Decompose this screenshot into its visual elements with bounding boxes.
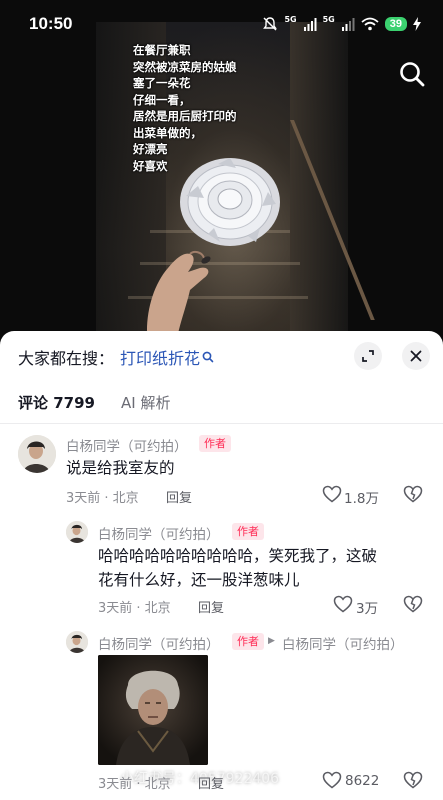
meme-photo — [98, 655, 208, 765]
video-player[interactable]: 在餐厅兼职 突然被凉菜房的姑娘 塞了一朵花 仔细一看， 居然是用后厨打印的 出菜… — [0, 0, 443, 345]
comment-image[interactable] — [98, 655, 208, 765]
like-count: 8622 — [345, 773, 380, 789]
status-icons: 5G 5G 39 — [262, 14, 421, 34]
caption-line: 出菜单做的， — [133, 125, 202, 140]
tab-ai-analysis[interactable]: AI 解析 — [121, 392, 170, 416]
mute-bell-icon — [263, 17, 278, 31]
reply-button[interactable]: 回复 — [166, 487, 192, 506]
screen: 在餐厅兼职 突然被凉菜房的姑娘 塞了一朵花 仔细一看， 居然是用后厨打印的 出菜… — [0, 0, 443, 800]
avatar[interactable] — [66, 521, 88, 543]
caption-line: 好漂亮 — [133, 142, 168, 156]
comment-sheet: 大家都在搜： 打印纸折花 评论 7799 AI 解析 白杨同学（可约拍） 作者 … — [0, 331, 443, 800]
author-badge: 作者 — [232, 523, 264, 540]
search-suggestion-keyword[interactable]: 打印纸折花 — [120, 345, 200, 369]
status-time: 10:50 — [29, 14, 73, 33]
wifi-icon — [361, 17, 379, 31]
tab-comments[interactable]: 评论 7799 — [18, 392, 95, 416]
comment-author-name[interactable]: 白杨同学（可约拍） — [98, 633, 220, 653]
author-badge: 作者 — [232, 633, 264, 650]
expand-button[interactable] — [354, 342, 382, 370]
heart-icon[interactable] — [333, 595, 353, 613]
like-count: 3万 — [356, 601, 379, 617]
like-count: 1.8万 — [344, 491, 379, 507]
caption-line: 仔细一看， — [133, 92, 191, 107]
caption-line: 居然是用后厨打印的 — [133, 109, 237, 123]
close-icon — [410, 350, 422, 362]
caption-line: 塞了一朵花 — [133, 76, 191, 90]
expand-icon — [362, 350, 374, 362]
caption-line: 好喜欢 — [133, 158, 168, 173]
reply-button[interactable]: 回复 — [198, 597, 224, 616]
network-type-label: 5G — [322, 14, 335, 24]
comment-author-name[interactable]: 白杨同学（可约拍） — [66, 435, 188, 455]
tabs-divider — [0, 423, 443, 424]
reply-button[interactable]: 回复 — [198, 773, 224, 792]
search-suggestion-prefix: 大家都在搜： — [18, 349, 115, 368]
close-button[interactable] — [402, 342, 430, 370]
avatar-image — [18, 435, 56, 473]
avatar-image — [66, 521, 88, 543]
signal-icon — [303, 18, 317, 31]
signal-icon — [341, 18, 355, 31]
search-icon — [202, 351, 214, 363]
battery-level: 39 — [384, 17, 407, 31]
network-type-label: 5G — [284, 14, 297, 24]
heart-icon[interactable] — [322, 771, 342, 789]
comment-time-location: 3天前 · 北京 — [98, 601, 171, 616]
reply-to-name[interactable]: 白杨同学（可约拍） — [282, 633, 404, 653]
avatar[interactable] — [18, 435, 56, 473]
dislike-icon[interactable] — [403, 771, 423, 789]
dislike-icon[interactable] — [403, 595, 423, 613]
caption-line: 突然被凉菜房的姑娘 — [133, 59, 237, 74]
avatar[interactable] — [66, 631, 88, 653]
comment-time-location: 3天前 · 北京 — [98, 777, 171, 792]
comment-author-name[interactable]: 白杨同学（可约拍） — [98, 523, 220, 543]
reply-to-arrow-icon: ▶ — [268, 636, 275, 646]
comment-text-line: 花有什么好，还一股洋葱味儿 — [98, 571, 300, 589]
comment-time-location: 3天前 · 北京 — [66, 491, 139, 506]
hand-image — [146, 250, 211, 345]
comment-text: 说是给我室友的 — [66, 459, 175, 477]
video-caption: 在餐厅兼职 突然被凉菜房的姑娘 塞了一朵花 仔细一看， 居然是用后厨打印的 出菜… — [133, 42, 237, 174]
search-suggestion[interactable]: 大家都在搜： 打印纸折花 — [18, 345, 214, 369]
avatar-image — [66, 631, 88, 653]
dislike-icon[interactable] — [403, 485, 423, 503]
search-icon[interactable] — [398, 60, 426, 88]
status-bar: 10:50 5G 5G 39 — [0, 0, 443, 48]
charging-icon — [413, 17, 421, 31]
author-badge: 作者 — [199, 435, 231, 452]
comment-tabs: 评论 7799 AI 解析 — [18, 392, 170, 416]
comment-text-line: 哈哈哈哈哈哈哈哈哈哈，笑死我了，这破 — [98, 547, 378, 565]
heart-icon[interactable] — [322, 485, 342, 503]
